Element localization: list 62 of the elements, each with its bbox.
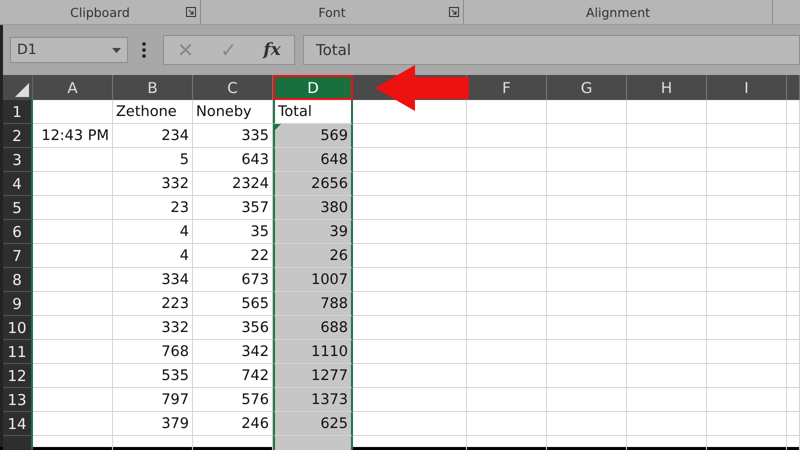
column-header[interactable]: B (113, 75, 193, 100)
arrow-icon (375, 65, 469, 111)
row-header[interactable]: 10 (3, 316, 33, 340)
column-header[interactable]: G (547, 75, 627, 100)
table-cell[interactable]: 535 (113, 364, 193, 388)
table-cell[interactable]: 332 (113, 172, 193, 196)
table-cell[interactable]: 1007 (273, 268, 353, 292)
row-header[interactable]: 12 (3, 364, 33, 388)
table-cell[interactable]: 334 (113, 268, 193, 292)
ribbon-group-label: Clipboard (70, 4, 130, 20)
select-all-icon[interactable] (15, 83, 29, 97)
table-cell[interactable]: 223 (113, 292, 193, 316)
table-cell[interactable]: 797 (113, 388, 193, 412)
row-header[interactable]: 3 (3, 148, 33, 172)
table-cell[interactable]: 4 (113, 220, 193, 244)
table-cell[interactable]: 625 (273, 412, 353, 436)
table-cell[interactable]: 569 (273, 124, 353, 148)
name-box-value: D1 (17, 42, 37, 58)
table-cell[interactable]: 332 (113, 316, 193, 340)
table-cell[interactable]: 234 (113, 124, 193, 148)
table-cell[interactable]: 379 (113, 412, 193, 436)
row-header[interactable]: 4 (3, 172, 33, 196)
dialog-launcher-icon[interactable] (449, 7, 459, 17)
table-cell[interactable]: 380 (273, 196, 353, 220)
column-header[interactable]: D (273, 75, 353, 100)
row-header[interactable]: 7 (3, 244, 33, 268)
table-cell[interactable]: Total (273, 100, 353, 124)
row-header[interactable]: 2 (3, 124, 33, 148)
column-header[interactable]: I (707, 75, 787, 100)
row-header[interactable]: 13 (3, 388, 33, 412)
table-cell[interactable]: 648 (273, 148, 353, 172)
insert-function-button[interactable]: fx (259, 40, 285, 60)
column-header[interactable]: H (627, 75, 707, 100)
row-header[interactable]: 14 (3, 412, 33, 436)
table-cell[interactable]: 5 (113, 148, 193, 172)
table-cell[interactable]: 1277 (273, 364, 353, 388)
table-cell[interactable]: 26 (273, 244, 353, 268)
formula-input[interactable]: Total (303, 35, 800, 65)
table-cell[interactable]: Zethone (113, 100, 193, 124)
ribbon-group-label: Font (318, 4, 346, 20)
dialog-launcher-icon[interactable] (186, 7, 196, 17)
ribbon-group-label: Alignment (586, 4, 650, 20)
table-cell[interactable]: 768 (113, 340, 193, 364)
table-cell[interactable]: 23 (113, 196, 193, 220)
table-cell[interactable]: 2656 (273, 172, 353, 196)
more-options-icon[interactable] (142, 42, 146, 58)
row-header[interactable]: 1 (3, 100, 33, 124)
table-cell[interactable]: 12:43 PM (33, 124, 113, 148)
table-cell[interactable]: 4 (113, 244, 193, 268)
table-cell[interactable]: 788 (273, 292, 353, 316)
table-cell[interactable]: 1110 (273, 340, 353, 364)
table-cell[interactable]: 39 (273, 220, 353, 244)
name-box[interactable]: D1 (10, 37, 128, 63)
row-header[interactable]: 11 (3, 340, 33, 364)
row-header[interactable]: 8 (3, 268, 33, 292)
row-header[interactable]: 6 (3, 220, 33, 244)
table-cell[interactable]: 1373 (273, 388, 353, 412)
row-header[interactable]: 5 (3, 196, 33, 220)
column-header[interactable]: A (33, 75, 113, 100)
dropdown-caret-icon[interactable] (112, 48, 121, 52)
row-header[interactable]: 9 (3, 292, 33, 316)
table-cell[interactable]: 688 (273, 316, 353, 340)
